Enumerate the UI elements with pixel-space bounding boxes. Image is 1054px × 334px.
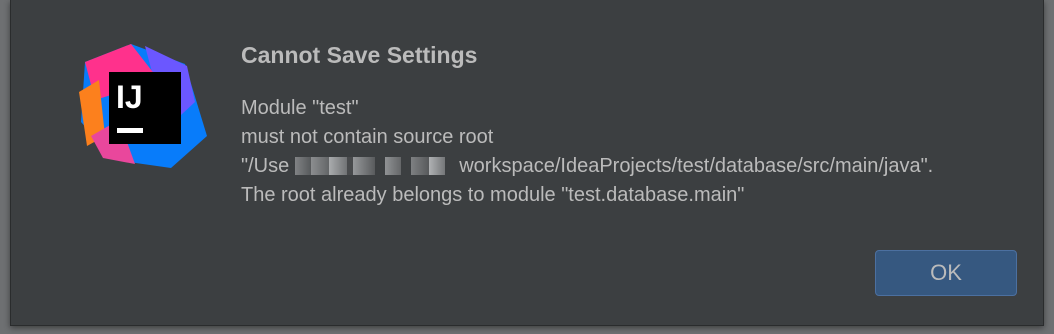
- path-suffix: workspace/IdeaProjects/test/database/src…: [459, 155, 934, 177]
- cannot-save-settings-dialog: IJ Cannot Save Settings Module "test" mu…: [10, 0, 1044, 326]
- ok-button[interactable]: OK: [875, 250, 1017, 296]
- dialog-title: Cannot Save Settings: [241, 42, 478, 68]
- message-line-path: "/Use workspace/IdeaProjects/test/databas…: [241, 152, 1041, 181]
- logo-text: IJ: [116, 79, 143, 115]
- message-line-source-root: must not contain source root: [241, 126, 494, 148]
- intellij-idea-logo-icon: IJ: [79, 44, 207, 168]
- logo-underline: [117, 128, 143, 133]
- dialog-message: Module "test" must not contain source ro…: [241, 94, 1041, 210]
- message-line-module: Module "test": [241, 97, 359, 119]
- path-prefix: "/Use: [241, 155, 290, 177]
- redacted-path-segment: [289, 157, 460, 175]
- message-line-root-belongs: The root already belongs to module "test…: [241, 184, 745, 206]
